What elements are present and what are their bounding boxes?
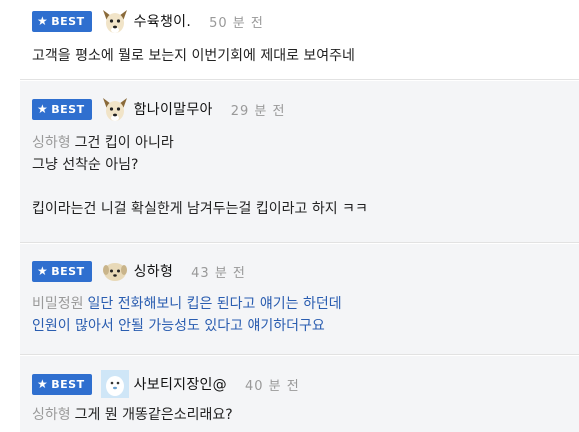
star-icon: ★ <box>37 264 49 278</box>
timestamp: 29 분 전 <box>230 103 286 119</box>
comment-line: 싱하형 그건 킵이 아니라 <box>32 135 174 151</box>
comment-text: 고객을 평소에 뭘로 보는지 이번기회에 제대로 보여주네 <box>32 45 569 67</box>
nickname[interactable]: 싱하형 <box>134 261 174 281</box>
comment-line: 그냥 선착순 아님? <box>32 157 139 173</box>
comment-line <box>32 176 569 198</box>
timestamp: 40 분 전 <box>244 378 300 394</box>
nickname[interactable]: 수육챙이. <box>134 11 191 31</box>
best-badge: ★ BEST <box>32 98 92 120</box>
comment-item: ★ BEST 함나이말무아 29 분 전 싱하형 그건 킵이 아니라 그냥 선착순 … <box>20 81 579 243</box>
best-badge: ★ BEST <box>32 373 92 395</box>
comment-header: ★ BEST 사보티지장인@ 40 분 전 <box>32 368 300 400</box>
best-badge: ★ BEST <box>32 260 92 282</box>
star-icon: ★ <box>37 102 49 116</box>
comment-item: ★ BEST 싱하형 43 분 전 비밀정원 일단 전화해보니 킵은 된다고 얘기는… <box>20 244 579 355</box>
comment-text: 싱하형 그게 뭔 개똥같은소리래요? <box>32 404 569 426</box>
dog-face-icon[interactable] <box>100 6 130 36</box>
timestamp: 50 분 전 <box>209 15 264 31</box>
star-icon: ★ <box>37 14 49 28</box>
nickname[interactable]: 함나이말무아 <box>134 99 213 119</box>
star-icon: ★ <box>37 377 49 391</box>
best-comment-list: ★ BEST 수육챙이. 50 분 전 고객을 평소에 뭘로 보는지 이번기회에 … <box>0 0 579 432</box>
comment-text: 비밀정원 일단 전화해보니 킵은 된다고 얘기는 하던데 인원이 많아서 안될 가… <box>32 293 569 337</box>
reply-mention[interactable]: 싱하형 <box>32 407 71 423</box>
comment-header: ★ BEST 싱하형 43 분 전 <box>32 255 246 287</box>
comment-line: 인원이 많아서 안될 가능성도 있다고 얘기하더구요 <box>32 318 325 334</box>
puppy-face-icon[interactable] <box>100 256 130 286</box>
comment-item: ★ BEST 사보티지장인@ 40 분 전 싱하형 그게 뭔 개똥같은소리래요? <box>20 356 579 432</box>
comment-header: ★ BEST 함나이말무아 29 분 전 <box>32 93 285 125</box>
timestamp: 43 분 전 <box>191 265 246 281</box>
comment-header: ★ BEST 수육챙이. 50 분 전 <box>32 5 264 37</box>
nickname[interactable]: 사보티지장인@ <box>134 374 227 394</box>
reply-mention[interactable]: 싱하형 <box>32 135 71 151</box>
dog-face-icon[interactable] <box>100 94 130 124</box>
comment-line: 비밀정원 일단 전화해보니 킵은 된다고 얘기는 하던데 <box>32 296 342 312</box>
comment-line: 고객을 평소에 뭘로 보는지 이번기회에 제대로 보여주네 <box>32 48 355 64</box>
snow-character-icon[interactable] <box>100 369 130 399</box>
comment-line: 싱하형 그게 뭔 개똥같은소리래요? <box>32 407 233 423</box>
comment-item: ★ BEST 수육챙이. 50 분 전 고객을 평소에 뭘로 보는지 이번기회에 … <box>20 0 579 80</box>
comment-text: 싱하형 그건 킵이 아니라 그냥 선착순 아님? 킵이라는건 니걸 확실한게 남겨… <box>32 132 569 220</box>
reply-mention[interactable]: 비밀정원 <box>32 296 84 312</box>
comment-line: 킵이라는건 니걸 확실한게 남겨두는걸 킵이라고 하지 ㅋㅋ <box>32 201 368 217</box>
best-badge: ★ BEST <box>32 10 92 32</box>
